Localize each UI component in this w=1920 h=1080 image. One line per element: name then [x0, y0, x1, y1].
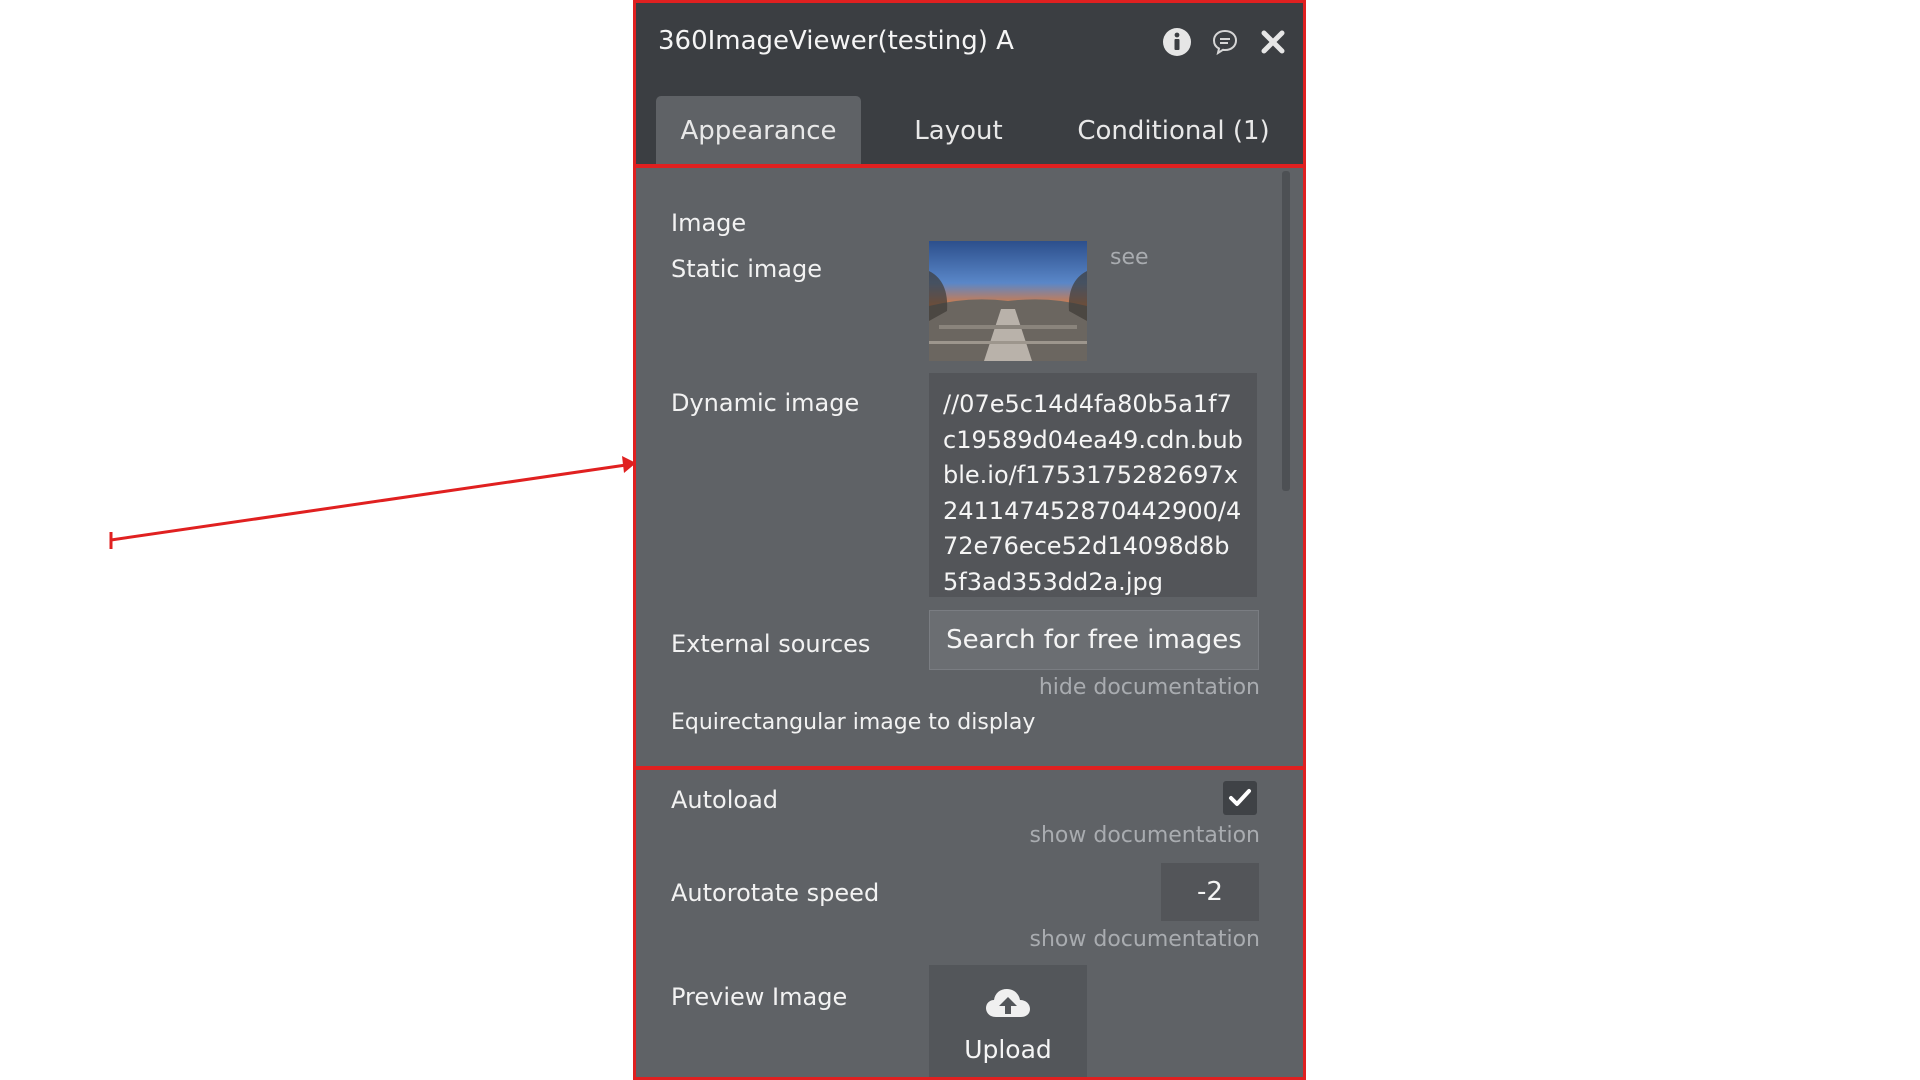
tab-bar: Appearance Layout Conditional (1) [636, 83, 1303, 167]
preview-image-label: Preview Image [671, 983, 848, 1011]
autoload-checkbox[interactable] [1223, 781, 1257, 815]
autoload-label: Autoload [671, 786, 779, 814]
static-image-thumbnail[interactable] [929, 241, 1087, 361]
cloud-upload-icon [986, 989, 1030, 1017]
image-description: Equirectangular image to display [671, 710, 1036, 735]
autorotate-show-documentation-link[interactable]: show documentation [1030, 927, 1260, 952]
scrollbar[interactable] [1282, 171, 1290, 491]
tab-appearance[interactable]: Appearance [656, 96, 861, 167]
property-editor-panel: 360ImageViewer(testing) A Appearance Lay [636, 3, 1303, 1077]
autorotate-speed-label: Autorotate speed [671, 879, 880, 907]
external-sources-label: External sources [671, 630, 871, 658]
search-free-images-button[interactable]: Search for free images [929, 610, 1259, 670]
tab-conditional[interactable]: Conditional (1) [1056, 96, 1291, 167]
see-link[interactable]: see [1110, 245, 1149, 270]
hide-documentation-link[interactable]: hide documentation [1039, 675, 1260, 700]
panorama-thumbnail-image [929, 241, 1087, 361]
dynamic-image-label: Dynamic image [671, 389, 860, 417]
checkmark-icon [1229, 789, 1251, 806]
dynamic-image-field[interactable]: //07e5c14d4fa80b5a1f7c19589d04ea49.cdn.b… [929, 373, 1257, 597]
upload-label: Upload [964, 1035, 1052, 1064]
autorotate-speed-input[interactable]: -2 [1161, 863, 1259, 921]
info-icon[interactable] [1160, 25, 1194, 59]
close-icon[interactable] [1256, 25, 1290, 59]
tab-layout[interactable]: Layout [876, 96, 1041, 167]
static-image-label: Static image [671, 255, 823, 283]
comment-icon[interactable] [1208, 25, 1242, 59]
autoload-show-documentation-link[interactable]: show documentation [1030, 823, 1260, 848]
panel-title: 360ImageViewer(testing) A [658, 26, 1014, 56]
upload-button[interactable]: Upload [929, 965, 1087, 1077]
section-image-label: Image [671, 209, 747, 237]
panel-header: 360ImageViewer(testing) A [636, 3, 1303, 83]
